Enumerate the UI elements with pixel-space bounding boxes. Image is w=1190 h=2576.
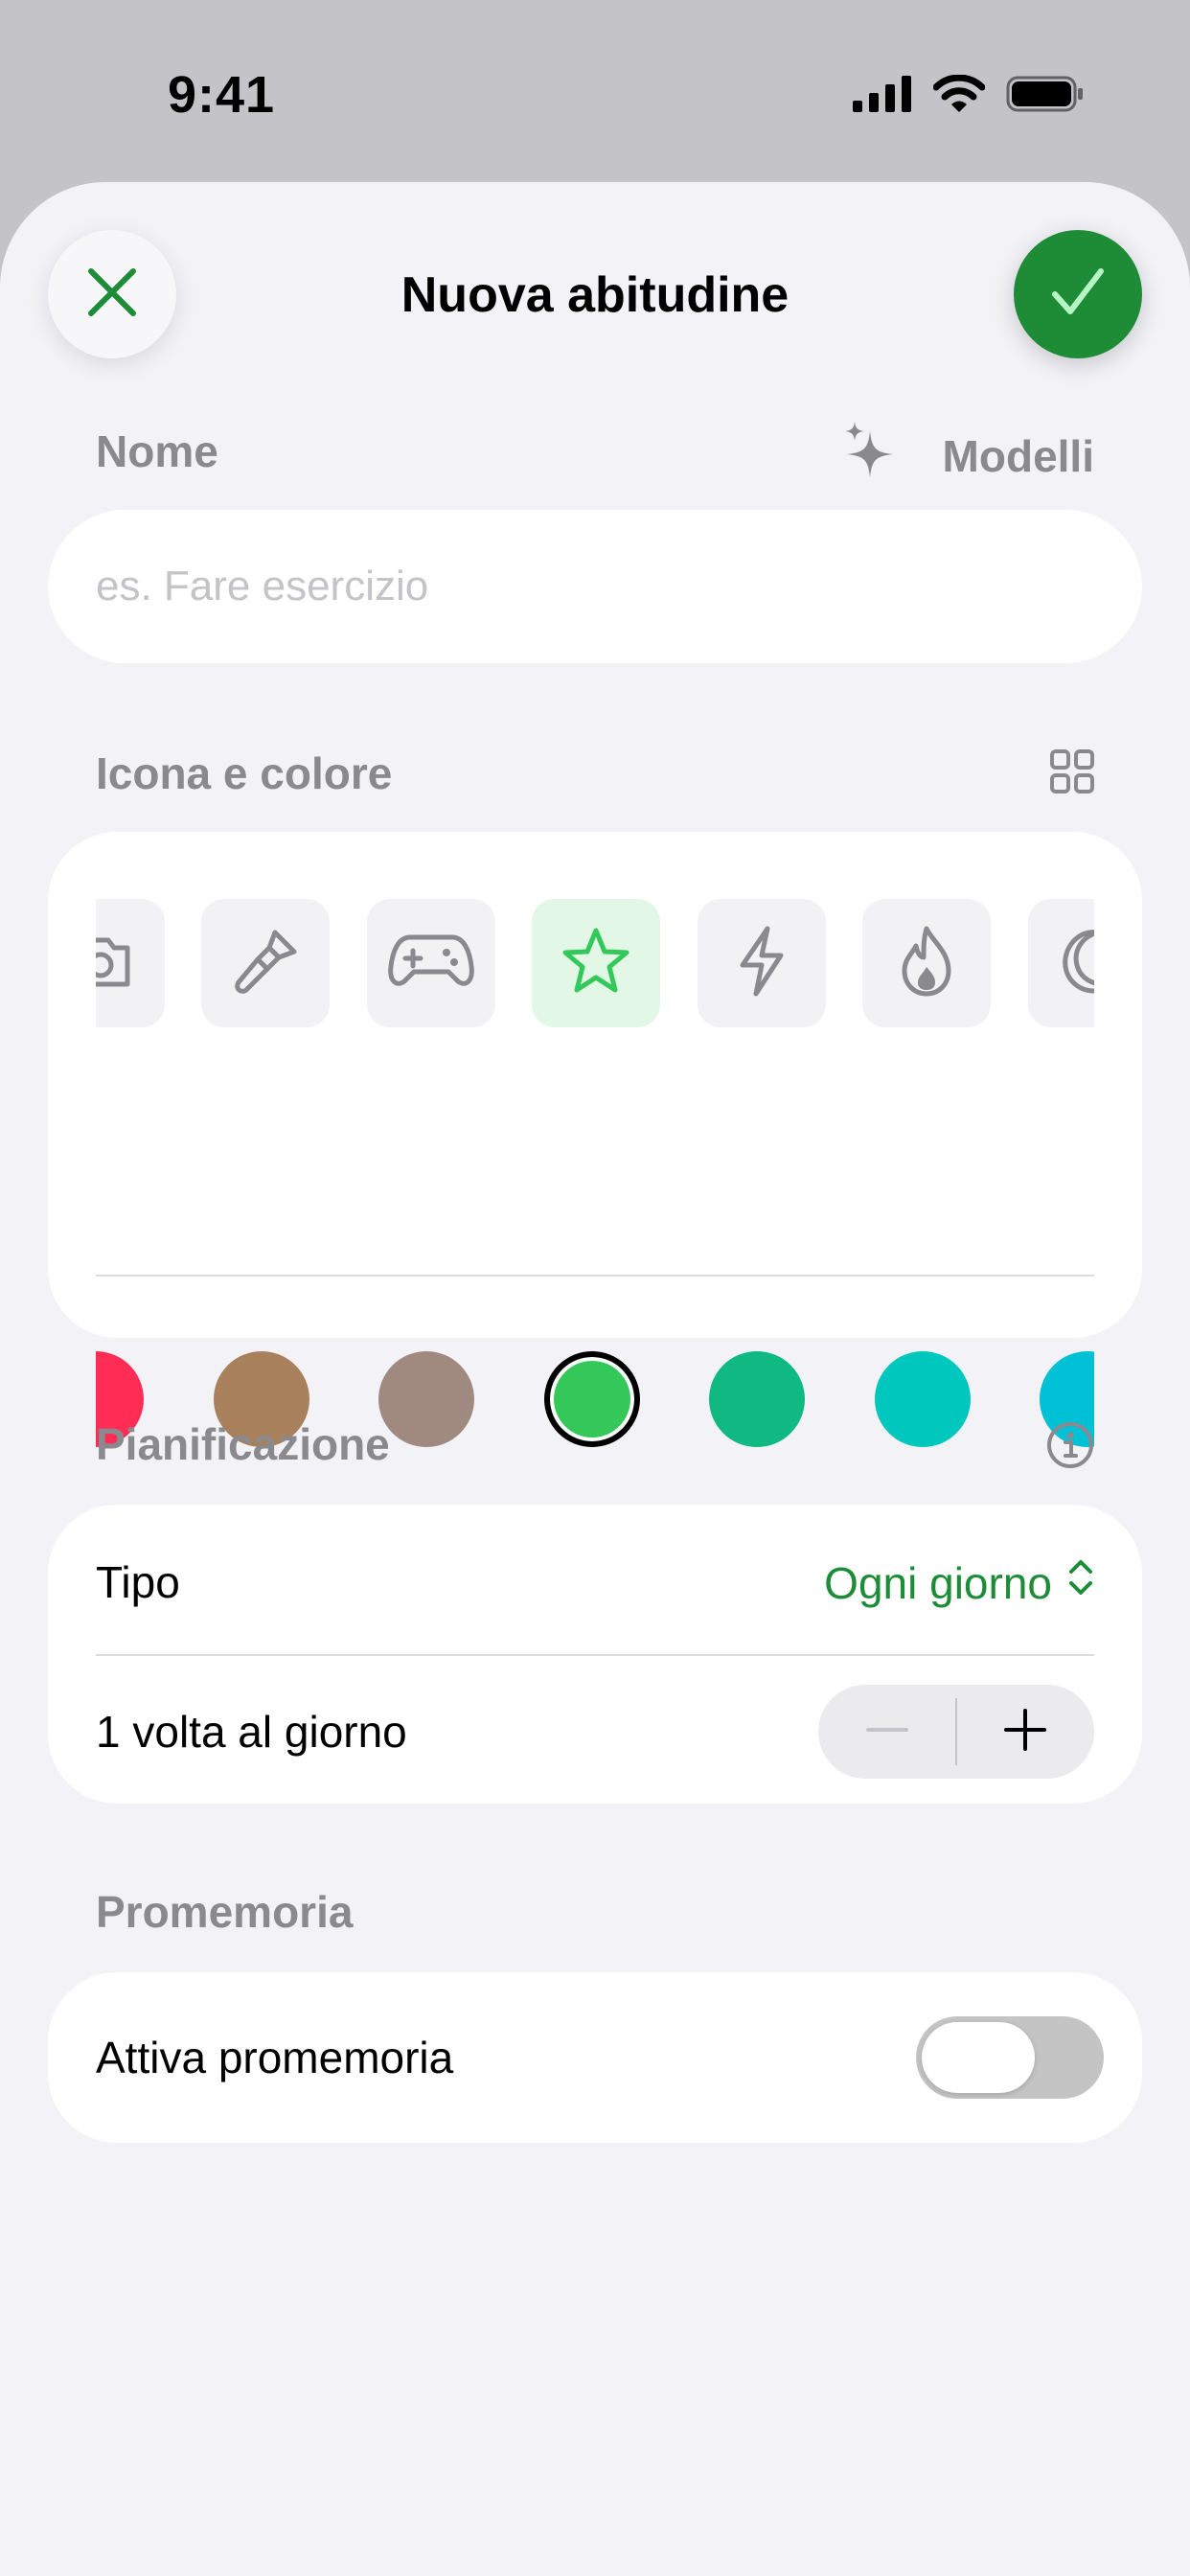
star-icon <box>560 925 632 1002</box>
sheet-header: Nuova abitudine <box>0 182 1190 412</box>
reminder-section-label: Promemoria <box>96 1887 354 1937</box>
schedule-card: Tipo Ogni giorno 1 volta al giorno <box>48 1505 1142 1804</box>
schedule-type-label: Tipo <box>96 1557 180 1607</box>
plus-icon <box>1004 1708 1046 1756</box>
page-title: Nuova abitudine <box>400 267 790 323</box>
gamecontroller-icon <box>387 928 475 1000</box>
color-swatch[interactable] <box>709 1351 805 1447</box>
color-swatch-selected[interactable] <box>544 1351 640 1447</box>
icon-picker[interactable] <box>96 899 1094 1027</box>
new-habit-sheet: Nuova abitudine Nome Modelli Icona e col… <box>0 182 1190 2576</box>
frequency-label: 1 volta al giorno <box>96 1707 407 1757</box>
templates-label: Modelli <box>942 430 1094 481</box>
icon-option-flame[interactable] <box>862 899 991 1027</box>
grid-icon[interactable] <box>1050 749 1094 798</box>
moon-icon <box>1056 925 1094 1002</box>
icon-color-section-label: Icona e colore <box>96 748 393 798</box>
color-swatch[interactable] <box>378 1351 474 1447</box>
schedule-type-value: Ogni giorno <box>824 1557 1052 1608</box>
status-time: 9:41 <box>168 66 276 124</box>
reminder-toggle[interactable] <box>916 2016 1104 2099</box>
schedule-type-picker[interactable]: Ogni giorno <box>824 1556 1094 1609</box>
battery-icon <box>1006 76 1085 117</box>
reminder-card: Attiva promemoria <box>48 1972 1142 2143</box>
schedule-divider <box>96 1654 1094 1656</box>
frequency-stepper[interactable] <box>818 1685 1094 1779</box>
chevron-up-down-icon <box>1067 1556 1094 1609</box>
status-icons <box>853 74 1085 118</box>
icon-option-paintbrush[interactable] <box>201 899 330 1027</box>
bolt-icon <box>733 925 790 1002</box>
checkmark-icon <box>1049 264 1107 326</box>
icon-option-gamecontroller[interactable] <box>367 899 495 1027</box>
icon-option-bolt[interactable] <box>698 899 826 1027</box>
habit-name-input[interactable] <box>48 510 1142 663</box>
sparkles-icon <box>843 422 897 490</box>
icon-option-moon[interactable] <box>1028 899 1094 1027</box>
stepper-separator <box>955 1698 957 1765</box>
name-section-label: Nome <box>96 426 218 476</box>
increment-button[interactable] <box>956 1685 1094 1779</box>
cellular-signal-icon <box>853 76 912 117</box>
status-bar: 9:41 <box>0 0 1190 182</box>
icon-color-card <box>48 832 1142 1447</box>
flame-icon <box>895 925 958 1002</box>
icon-option-star[interactable] <box>532 899 660 1027</box>
wifi-icon <box>932 74 986 118</box>
toggle-knob <box>922 2022 1035 2093</box>
minus-icon <box>866 1709 908 1756</box>
paintbrush-icon <box>229 925 302 1002</box>
info-icon[interactable] <box>1046 1421 1094 1474</box>
schedule-section-label: Pianificazione <box>96 1419 390 1469</box>
confirm-button[interactable] <box>1014 230 1142 358</box>
reminder-toggle-label: Attiva promemoria <box>96 2033 454 2082</box>
icon-color-divider <box>96 1275 1094 1276</box>
templates-button[interactable]: Modelli <box>843 422 1094 490</box>
decrement-button[interactable] <box>818 1685 956 1779</box>
color-swatch[interactable] <box>875 1351 971 1447</box>
icon-option-camera[interactable] <box>96 899 165 1027</box>
camera-icon <box>96 925 137 1002</box>
